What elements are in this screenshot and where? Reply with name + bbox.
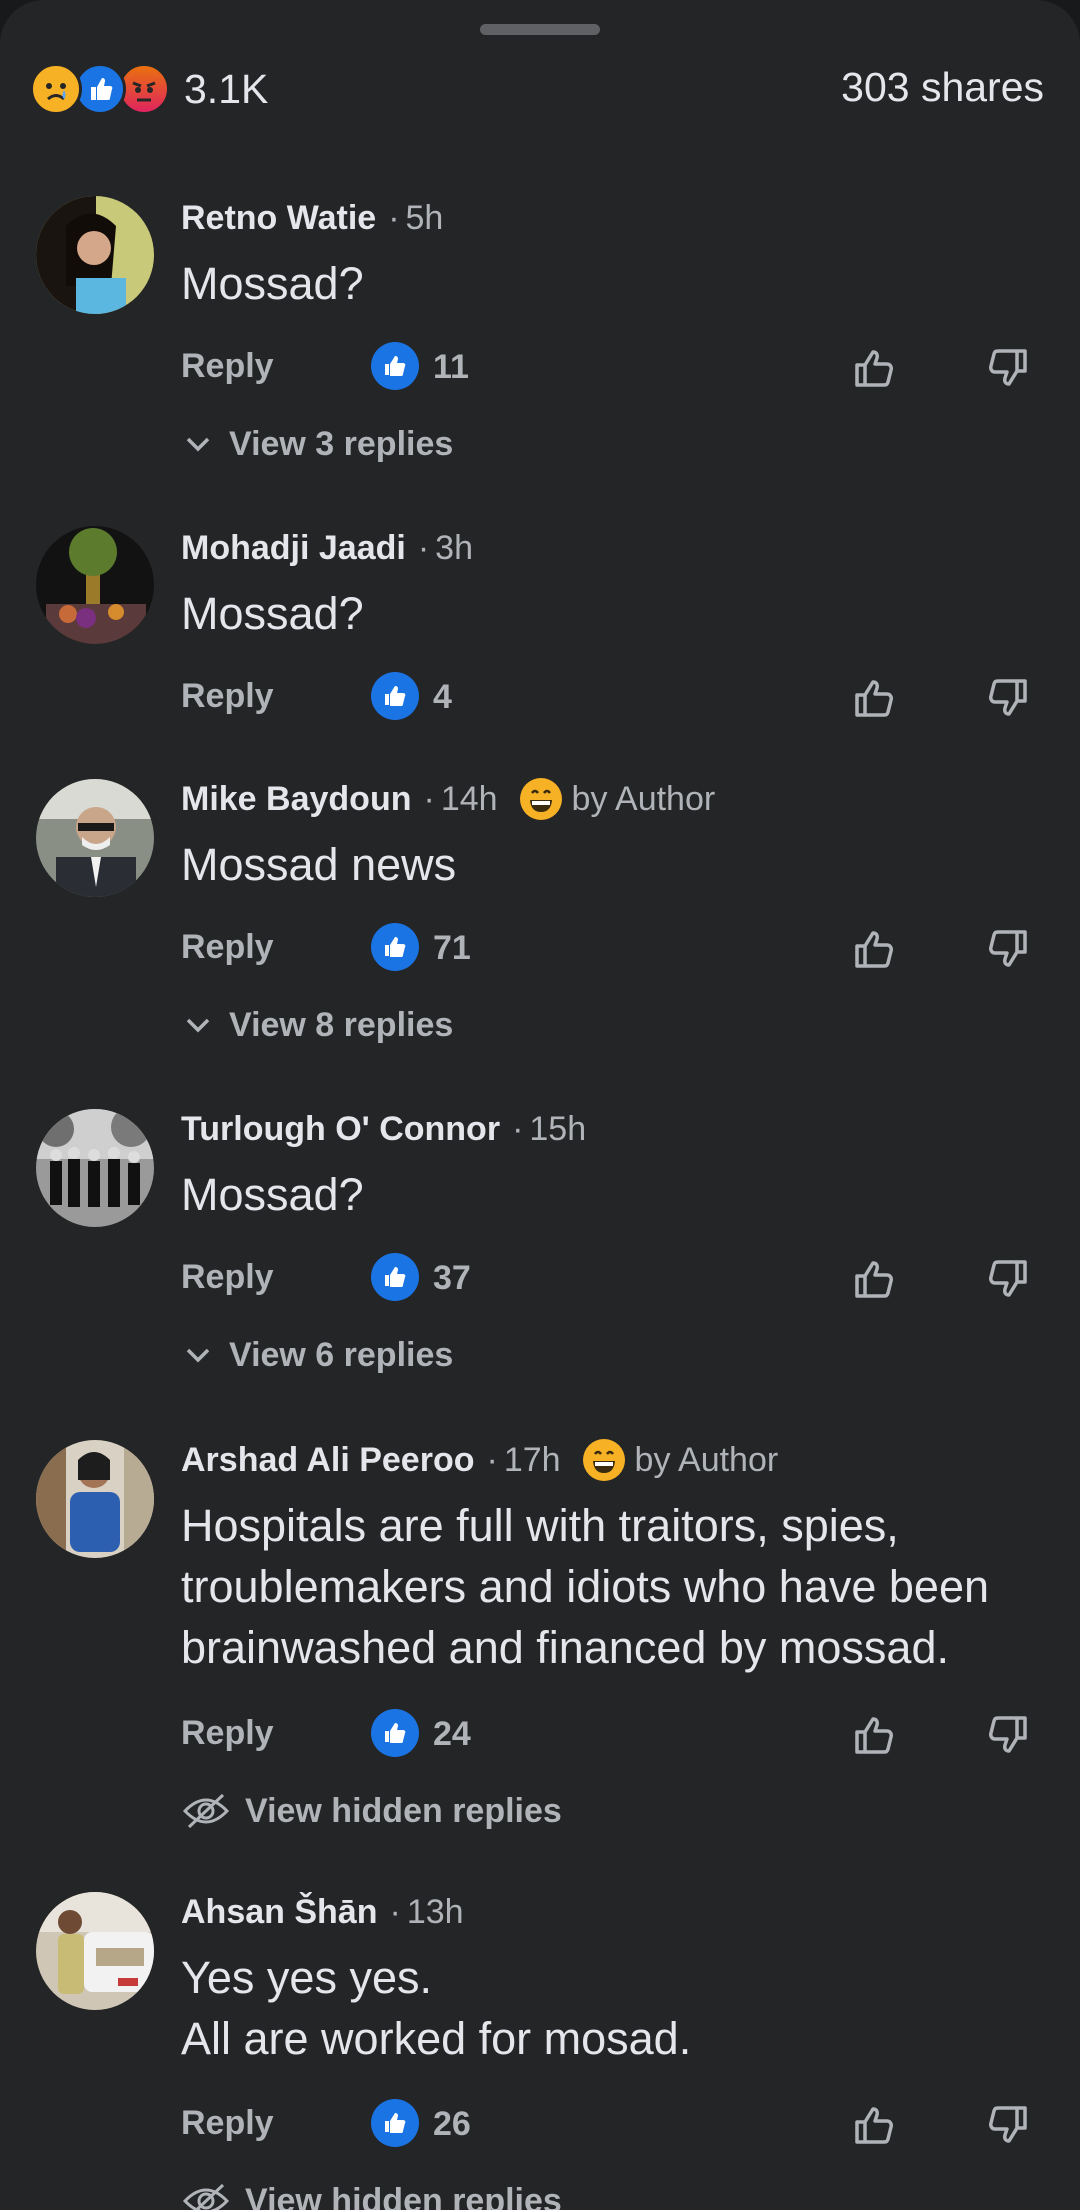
avatar[interactable] [36,526,154,644]
thumbs-down-icon[interactable] [980,1708,1034,1762]
reply-button[interactable]: Reply [181,922,274,972]
comment-time[interactable]: 3h [435,529,473,568]
like-icon [371,672,419,720]
commenter-name[interactable]: Mohadji Jaadi [181,529,406,568]
like-count[interactable]: 71 [433,922,471,974]
thumbs-up-icon[interactable] [848,1252,902,1306]
reaction-count[interactable]: 3.1K [184,66,268,113]
avatar[interactable] [36,1440,154,1558]
reply-button[interactable]: Reply [181,1252,274,1302]
chevron-down-icon [186,1018,210,1033]
comment-text: Mossad? [181,258,364,309]
like-count[interactable]: 4 [433,671,452,723]
eye-slash-icon [182,2183,230,2210]
view-hidden-replies-button[interactable]: View hidden replies [181,2176,562,2210]
like-icon [371,2099,419,2147]
commenter-name[interactable]: Mike Baydoun [181,780,411,819]
comment-time[interactable]: 17h [504,1441,561,1480]
thumbs-down-icon[interactable] [980,1252,1034,1306]
comment-text: Mossad news [181,839,457,890]
reply-button[interactable]: Reply [181,671,274,721]
like-count[interactable]: 11 [433,341,469,393]
shares-count[interactable]: 303 shares [841,64,1044,111]
thumbs-up-icon[interactable] [848,1708,902,1762]
view-hidden-replies-button[interactable]: View hidden replies [181,1786,562,1836]
grinning-face-icon [582,1439,625,1481]
avatar[interactable] [36,779,154,897]
commenter-name[interactable]: Retno Watie [181,199,376,238]
comment-time[interactable]: 13h [407,1893,464,1932]
thumbs-up-icon[interactable] [848,671,902,725]
reply-button[interactable]: Reply [181,1708,274,1758]
author-reaction-badge: by Author [519,778,715,820]
view-replies-button[interactable]: View 3 replies [181,419,453,469]
eye-slash-icon [182,1793,230,1829]
reply-button[interactable]: Reply [181,341,274,391]
commenter-name[interactable]: Ahsan Šhān [181,1893,377,1932]
comment-text: Hospitals are full with traitors, spies,… [181,1500,990,1673]
like-count[interactable]: 24 [433,1708,471,1760]
commenter-name[interactable]: Arshad Ali Peeroo [181,1441,474,1480]
thumbs-up-icon[interactable] [848,922,902,976]
like-icon [371,1709,419,1757]
like-icon [371,923,419,971]
like-count[interactable]: 26 [433,2098,471,2150]
comments-sheet: 3.1K 303 shares Retno Watie · 5h Mossad?… [0,0,1080,2210]
thumbs-down-icon[interactable] [980,671,1034,725]
like-icon [371,1253,419,1301]
avatar[interactable] [36,1892,154,2010]
chevron-down-icon [186,437,210,452]
grinning-face-icon [519,778,562,820]
like-count[interactable]: 37 [433,1252,471,1304]
drag-handle[interactable] [480,24,600,35]
sad-reaction-icon [30,63,82,115]
reactions-summary[interactable]: 3.1K [30,62,268,116]
thumbs-down-icon[interactable] [980,922,1034,976]
comment-text: Mossad? [181,1169,364,1220]
commenter-name[interactable]: Turlough O' Connor [181,1110,500,1149]
view-replies-button[interactable]: View 6 replies [181,1330,453,1380]
view-replies-button[interactable]: View 8 replies [181,1000,453,1050]
avatar[interactable] [36,196,154,314]
comment-time[interactable]: 5h [406,199,444,238]
comment-text: Yes yes yes. All are worked for mosad. [181,1952,692,2064]
reply-button[interactable]: Reply [181,2098,274,2148]
like-icon [371,342,419,390]
author-reaction-badge: by Author [582,1439,778,1481]
thumbs-up-icon[interactable] [848,341,902,395]
comment-time[interactable]: 14h [441,780,498,819]
comment-time[interactable]: 15h [529,1110,586,1149]
thumbs-up-icon[interactable] [848,2098,902,2152]
comment-text: Mossad? [181,588,364,639]
chevron-down-icon [186,1348,210,1363]
avatar[interactable] [36,1109,154,1227]
thumbs-down-icon[interactable] [980,341,1034,395]
thumbs-down-icon[interactable] [980,2098,1034,2152]
